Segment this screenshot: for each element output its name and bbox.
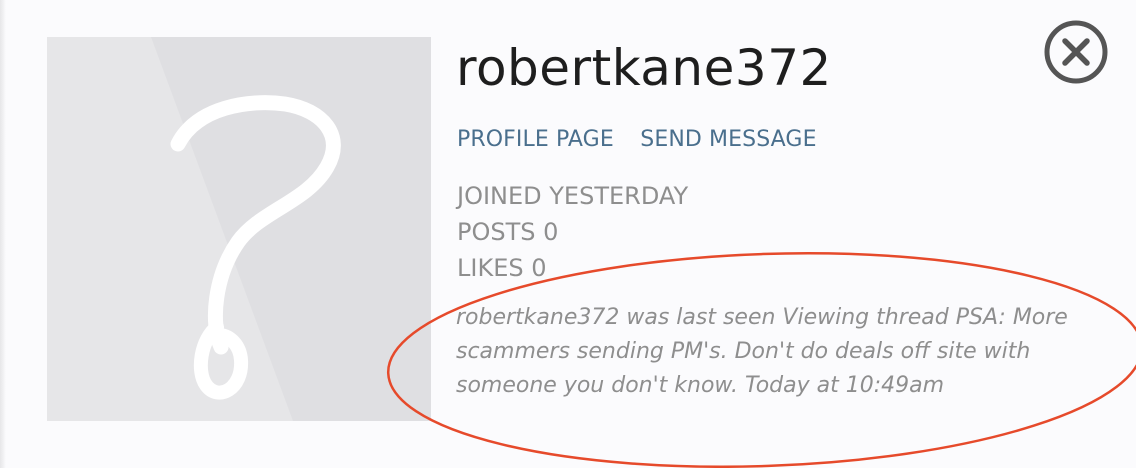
profile-page-link[interactable]: PROFILE PAGE bbox=[457, 125, 614, 155]
last-seen-text: robertkane372 was last seen Viewing thre… bbox=[456, 305, 1068, 398]
card-shadow bbox=[0, 0, 6, 468]
posts-stat: POSTS 0 bbox=[457, 218, 559, 246]
profile-links: PROFILE PAGE SEND MESSAGE bbox=[457, 125, 817, 155]
username: robertkane372 bbox=[456, 39, 832, 97]
likes-stat: LIKES 0 bbox=[457, 254, 547, 282]
member-card: robertkane372 PROFILE PAGE SEND MESSAGE … bbox=[0, 0, 1136, 468]
close-button[interactable] bbox=[1043, 19, 1109, 85]
joined-stat: JOINED YESTERDAY bbox=[457, 182, 689, 210]
question-mark-icon bbox=[47, 37, 431, 421]
close-icon bbox=[1044, 20, 1108, 84]
member-stats: JOINED YESTERDAY POSTS 0 LIKES 0 bbox=[457, 178, 688, 286]
send-message-link[interactable]: SEND MESSAGE bbox=[640, 125, 816, 155]
avatar bbox=[47, 37, 431, 421]
